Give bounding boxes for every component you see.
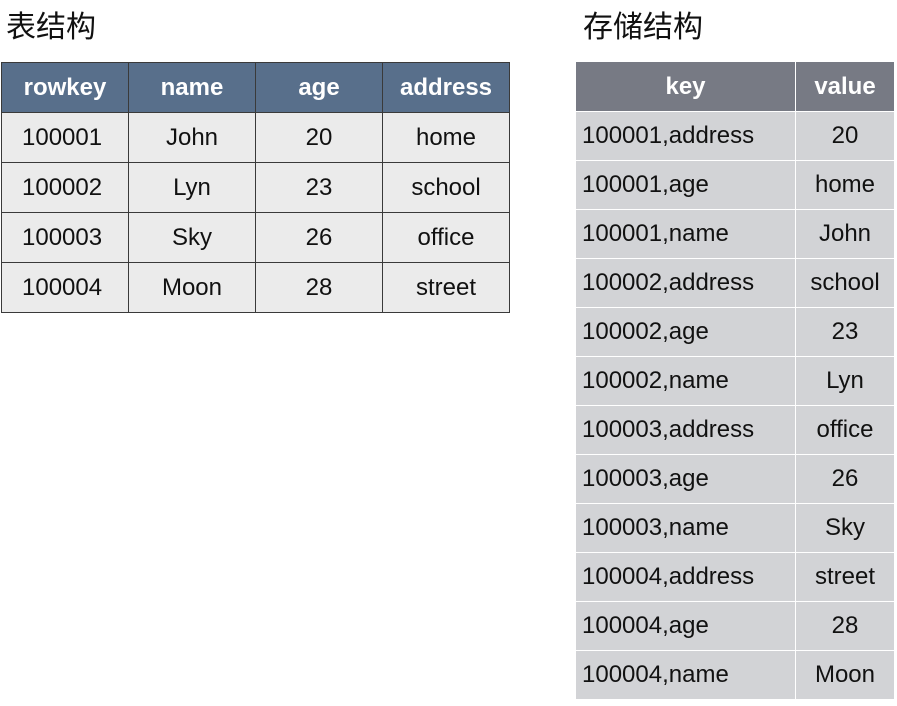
cell-key: 100001,name [576,210,796,259]
storage-structure-title: 存储结构 [583,10,703,45]
cell-value: John [796,210,894,259]
storage-structure: key value 100001,address 20 100001,age h… [576,62,894,700]
storage-row: 100003,name Sky [576,504,894,553]
cell-name: Moon [128,262,256,313]
storage-row: 100003,address office [576,406,894,455]
cell-value: street [796,553,894,602]
cell-rowkey: 100002 [1,162,129,213]
cell-name: Sky [128,212,256,263]
column-header-rowkey: rowkey [1,62,129,113]
cell-key: 100004,name [576,651,796,700]
cell-key: 100004,age [576,602,796,651]
storage-row: 100004,name Moon [576,651,894,700]
storage-row: 100001,age home [576,161,894,210]
storage-header-row: key value [576,62,894,112]
cell-key: 100002,address [576,259,796,308]
cell-rowkey: 100004 [1,262,129,313]
cell-value: Sky [796,504,894,553]
storage-row: 100004,age 28 [576,602,894,651]
cell-key: 100004,address [576,553,796,602]
column-header-address: address [382,62,510,113]
storage-row: 100002,name Lyn [576,357,894,406]
cell-name: John [128,112,256,163]
cell-value: 23 [796,308,894,357]
cell-age: 20 [255,112,383,163]
cell-rowkey: 100001 [1,112,129,163]
table-row: 100001 John 20 home [1,112,510,163]
storage-row: 100001,name John [576,210,894,259]
table-row: 100003 Sky 26 office [1,212,510,263]
cell-value: 26 [796,455,894,504]
column-header-age: age [255,62,383,113]
cell-key: 100003,address [576,406,796,455]
cell-address: home [382,112,510,163]
cell-address: street [382,262,510,313]
cell-age: 26 [255,212,383,263]
column-header-value: value [796,62,894,112]
cell-value: office [796,406,894,455]
storage-row: 100002,address school [576,259,894,308]
storage-row: 100003,age 26 [576,455,894,504]
cell-key: 100003,age [576,455,796,504]
table-structure-title: 表结构 [6,10,96,45]
column-header-name: name [128,62,256,113]
table-row: 100002 Lyn 23 school [1,162,510,213]
table-row: 100004 Moon 28 street [1,262,510,313]
cell-value: home [796,161,894,210]
storage-row: 100004,address street [576,553,894,602]
cell-age: 28 [255,262,383,313]
column-header-key: key [576,62,796,112]
cell-age: 23 [255,162,383,213]
cell-value: school [796,259,894,308]
storage-row: 100001,address 20 [576,112,894,161]
table-header-row: rowkey name age address [1,62,510,113]
cell-value: 28 [796,602,894,651]
cell-name: Lyn [128,162,256,213]
cell-address: school [382,162,510,213]
storage-row: 100002,age 23 [576,308,894,357]
cell-value: 20 [796,112,894,161]
cell-key: 100002,age [576,308,796,357]
cell-key: 100001,address [576,112,796,161]
cell-key: 100003,name [576,504,796,553]
cell-value: Moon [796,651,894,700]
cell-rowkey: 100003 [1,212,129,263]
cell-key: 100002,name [576,357,796,406]
cell-key: 100001,age [576,161,796,210]
cell-address: office [382,212,510,263]
cell-value: Lyn [796,357,894,406]
table-structure: rowkey name age address 100001 John 20 h… [1,62,510,313]
